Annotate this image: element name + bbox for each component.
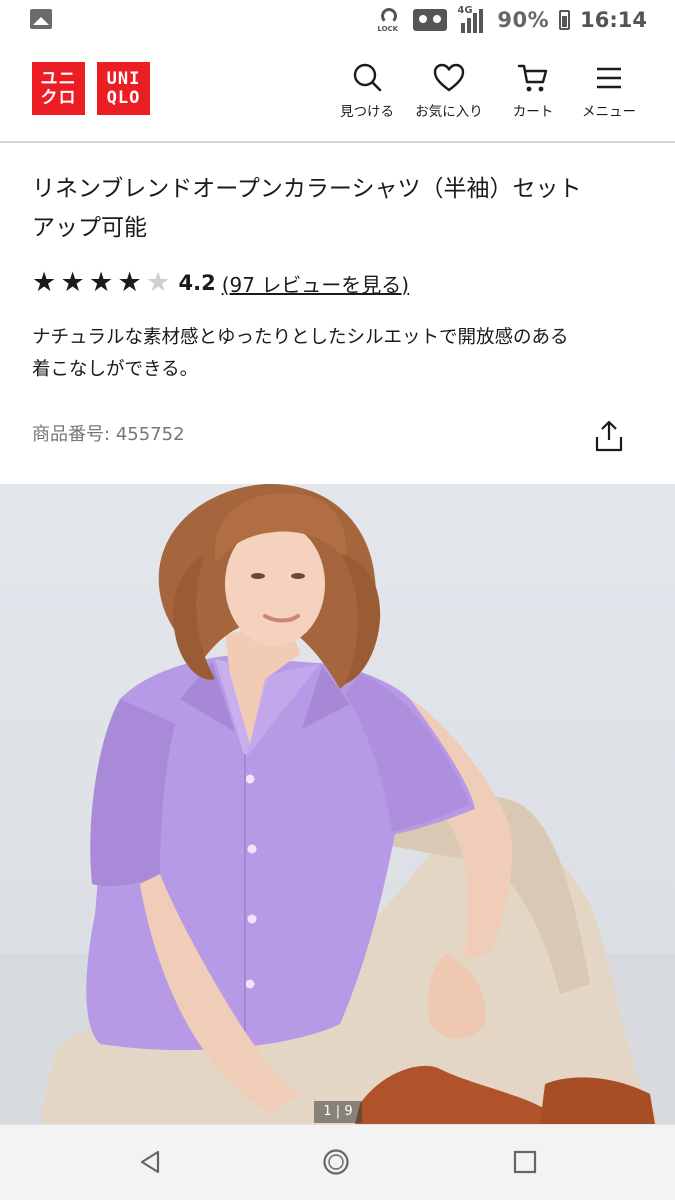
cart-label: カート [512, 104, 554, 120]
description-line: 着こなしができる。 [32, 359, 199, 380]
image-counter: 1 | 9 [314, 1101, 362, 1123]
site-header: ユニ クロ UNI QLO 見つける お気に入り カート メニュー [0, 40, 675, 143]
battery-percent: 90% [497, 8, 550, 32]
star-icon: ★ [60, 267, 85, 298]
status-icons: LOCK 4G 90% 16:14 [377, 5, 647, 35]
product-description: ナチュラルな素材感とゆったりとしたシルエットで開放感のある 着こなしができる。 [32, 322, 644, 386]
product-title-line: リネンブレンドオープンカラーシャツ（半袖）セット [32, 176, 582, 202]
search-icon [353, 63, 382, 92]
product-title: リネンブレンドオープンカラーシャツ（半袖）セット アップ可能 [32, 170, 644, 248]
favorites-button[interactable]: お気に入り [409, 62, 489, 120]
menu-icon [597, 67, 621, 89]
search-button[interactable]: 見つける [335, 62, 399, 120]
status-bar: LOCK 4G 90% 16:14 [0, 0, 675, 40]
product-number: 商品番号: 455752 [32, 420, 185, 446]
product-number-value: 455752 [115, 424, 185, 445]
menu-label: メニュー [582, 104, 636, 120]
star-icon: ★ [117, 267, 142, 298]
model-illustration [0, 484, 675, 1124]
logo-katakana: ユニ クロ [32, 62, 85, 115]
rotation-lock-icon: LOCK [377, 7, 403, 33]
reviews-link[interactable]: (97 レビューを見る) [222, 269, 409, 298]
back-icon[interactable] [136, 1147, 166, 1177]
star-icon: ★ [32, 267, 57, 298]
product-rating: ★ ★ ★ ★ ★ 4.2 (97 レビューを見る) [32, 266, 409, 300]
favorites-label: お気に入り [415, 104, 483, 120]
rating-value: 4.2 [178, 271, 216, 295]
product-image[interactable] [0, 484, 675, 1124]
menu-button[interactable]: メニュー [573, 62, 645, 120]
gallery-notification-icon [30, 9, 52, 29]
search-label: 見つける [340, 104, 394, 120]
system-nav-bar [0, 1124, 675, 1200]
signal-icon: 4G [457, 5, 487, 33]
star-empty-icon: ★ [146, 267, 171, 298]
voicemail-icon [413, 9, 448, 31]
product-number-label: 商品番号: [32, 424, 111, 445]
share-icon[interactable] [593, 419, 625, 453]
cart-icon [517, 64, 548, 92]
cart-button[interactable]: カート [503, 62, 563, 120]
heart-icon [433, 63, 465, 92]
home-icon[interactable] [321, 1147, 351, 1177]
header-nav: 見つける お気に入り カート メニュー [335, 62, 645, 120]
star-icon: ★ [89, 267, 114, 298]
battery-icon [559, 10, 571, 30]
logo-latin: UNI QLO [97, 62, 150, 115]
uniqlo-logo[interactable]: ユニ クロ UNI QLO [32, 62, 150, 115]
recents-icon[interactable] [510, 1147, 540, 1177]
product-title-line: アップ可能 [32, 215, 147, 241]
clock: 16:14 [580, 8, 647, 32]
description-line: ナチュラルな素材感とゆったりとしたシルエットで開放感のある [32, 327, 569, 348]
